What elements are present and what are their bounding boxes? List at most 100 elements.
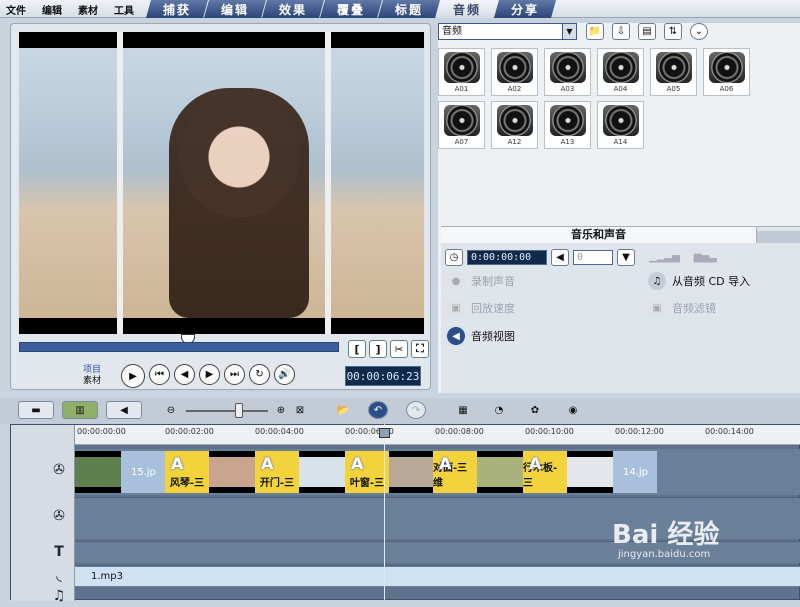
transition-clip[interactable]: A 行木板-三 (523, 451, 567, 493)
repeat-icon[interactable]: ↻ (249, 364, 270, 385)
time-ruler[interactable]: 00:00:00:00 00:00:02:00 00:00:04:00 00:0… (75, 425, 800, 445)
record-capture-icon[interactable]: ▦ (452, 401, 474, 419)
door-panel-right (325, 32, 331, 334)
video-clip[interactable] (209, 451, 255, 493)
disc-icon (655, 52, 692, 83)
video-clip-14[interactable]: 14.jp (613, 451, 657, 493)
audio-thumb[interactable]: A13 (544, 101, 591, 149)
audio-filter-option[interactable]: ▣ 音频滤镜 (648, 299, 716, 317)
end-icon[interactable]: ⏭ (224, 364, 245, 385)
tab-share[interactable]: 分享 (494, 0, 556, 18)
tab-audio[interactable]: 音频 (436, 0, 498, 18)
audio-thumb[interactable]: A12 (491, 101, 538, 149)
volume-icon[interactable]: 🔊 (274, 364, 295, 385)
audio-clip[interactable]: 1.mp3 (75, 567, 800, 586)
chevron-down-icon[interactable]: ▼ (562, 24, 576, 39)
cd-icon: ♫ (648, 272, 666, 290)
folder-icon[interactable]: 📁 (586, 23, 604, 40)
next-frame-icon[interactable]: ▶ (199, 364, 220, 385)
voice-track-icon[interactable]: ◟ (47, 565, 71, 587)
auto-music-icon[interactable]: ◔ (488, 401, 510, 419)
volume-field[interactable]: 0 (573, 250, 613, 265)
volume-dropdown-icon[interactable]: ▼ (617, 249, 635, 266)
audio-thumb[interactable]: A03 (544, 48, 591, 96)
library-manager-icon[interactable]: ▤ (638, 23, 656, 40)
library-category-select[interactable]: 音频 ▼ (438, 23, 577, 40)
transition-clip[interactable]: A 风琴-三 (165, 451, 209, 493)
tab-capture[interactable]: 捕获 (146, 0, 208, 18)
import-icon[interactable]: ⇩ (612, 23, 630, 40)
audio-thumb[interactable]: A06 (703, 48, 750, 96)
trim-end-button[interactable]: ] (369, 340, 387, 358)
secondary-tab[interactable] (757, 231, 800, 243)
disc-icon (708, 52, 745, 83)
import-cd-option[interactable]: ♫ 从音频 CD 导入 (648, 272, 750, 290)
fit-project-icon[interactable]: ⊠ (293, 401, 307, 419)
expand-icon[interactable]: ⌄ (690, 23, 708, 40)
track-headers: ✇ ✇ T ◟ ♫ (11, 425, 75, 604)
zoom-out-icon[interactable]: ⊖ (164, 401, 178, 419)
zoom-slider-track[interactable] (186, 410, 268, 412)
audio-thumb[interactable]: A02 (491, 48, 538, 96)
playback-speed-option[interactable]: ▣ 回放速度 (447, 299, 515, 317)
door-panel-left (117, 32, 123, 334)
smart-package-icon[interactable]: ✿ (524, 401, 546, 419)
trim-start-button[interactable]: [ (348, 340, 366, 358)
tab-edit[interactable]: 编辑 (204, 0, 266, 18)
fullscreen-icon[interactable]: ⛶ (411, 340, 429, 358)
zoom-slider-handle[interactable] (235, 403, 243, 418)
video-clip[interactable] (389, 451, 433, 493)
playhead-handle[interactable] (379, 428, 390, 438)
menu-file[interactable]: 文件 (6, 2, 26, 17)
video-clip[interactable] (75, 451, 121, 493)
mode-project[interactable]: 项目 (83, 365, 101, 376)
video-track-icon[interactable]: ✇ (47, 459, 71, 481)
storyboard-view-icon[interactable]: ▬ (18, 401, 54, 419)
menu-clip[interactable]: 素材 (78, 2, 98, 17)
speaker-icon: ◀ (551, 249, 569, 266)
music-track-icon[interactable]: ♫ (47, 585, 71, 607)
video-clip-15[interactable]: 15.jp (121, 451, 165, 493)
cut-icon[interactable]: ✂ (390, 340, 408, 358)
menu-tools[interactable]: 工具 (114, 2, 134, 17)
clock-icon: ◷ (445, 249, 463, 266)
audio-view-icon[interactable]: ◀ (106, 401, 142, 419)
audio-thumb[interactable]: A01 (438, 48, 485, 96)
undo-icon[interactable]: ↶ (368, 401, 388, 419)
music-sound-tab[interactable]: 音乐和声音 (441, 227, 757, 243)
insert-media-icon[interactable]: 📂 (332, 401, 354, 419)
sort-icon[interactable]: ⇅ (664, 23, 682, 40)
audio-thumb[interactable]: A14 (597, 101, 644, 149)
video-clip[interactable] (567, 451, 613, 493)
audio-view-option[interactable]: ◀ 音频视图 (447, 327, 515, 345)
title-track-icon[interactable]: T (47, 541, 71, 563)
overlay-track-icon[interactable]: ✇ (47, 505, 71, 527)
video-clip[interactable] (299, 451, 345, 493)
timeline-area: 00:00:00:00 00:00:02:00 00:00:04:00 00:0… (10, 424, 800, 604)
duration-field[interactable]: 0:00:00:00 (467, 250, 547, 265)
transition-clip[interactable]: A 叶窗-三 (345, 451, 389, 493)
mode-clip[interactable]: 素材 (83, 376, 101, 387)
track-manager-icon[interactable]: ◉ (562, 401, 584, 419)
video-clip[interactable] (477, 451, 523, 493)
menu-edit[interactable]: 编辑 (42, 2, 62, 17)
scrub-bar[interactable] (19, 342, 339, 352)
previous-frame-icon[interactable]: ◀ (174, 364, 195, 385)
zoom-in-icon[interactable]: ⊕ (274, 401, 288, 419)
library-category-value: 音频 (442, 26, 462, 37)
timeline-view-icon[interactable]: ▥ (62, 401, 98, 419)
redo-icon[interactable]: ↷ (406, 401, 426, 419)
record-voice-option[interactable]: ● 录制声音 (447, 272, 515, 290)
transition-clip[interactable]: A 开门-三 (255, 451, 299, 493)
preview-panel: [ ] ✂ ⛶ 项目 素材 ▶ ⏮ ◀ ▶ ⏭ ↻ 🔊 00:00:06:23 (10, 23, 431, 390)
audio-thumb[interactable]: A05 (650, 48, 697, 96)
tab-overlay[interactable]: 覆叠 (320, 0, 382, 18)
transition-clip[interactable]: A 对面-三维 (433, 451, 477, 493)
play-icon[interactable]: ▶ (121, 364, 145, 388)
audio-thumb[interactable]: A07 (438, 101, 485, 149)
audio-thumb[interactable]: A04 (597, 48, 644, 96)
home-icon[interactable]: ⏮ (149, 364, 170, 385)
tab-title[interactable]: 标题 (378, 0, 440, 18)
tab-effect[interactable]: 效果 (262, 0, 324, 18)
timecode-display[interactable]: 00:00:06:23 (345, 366, 421, 386)
